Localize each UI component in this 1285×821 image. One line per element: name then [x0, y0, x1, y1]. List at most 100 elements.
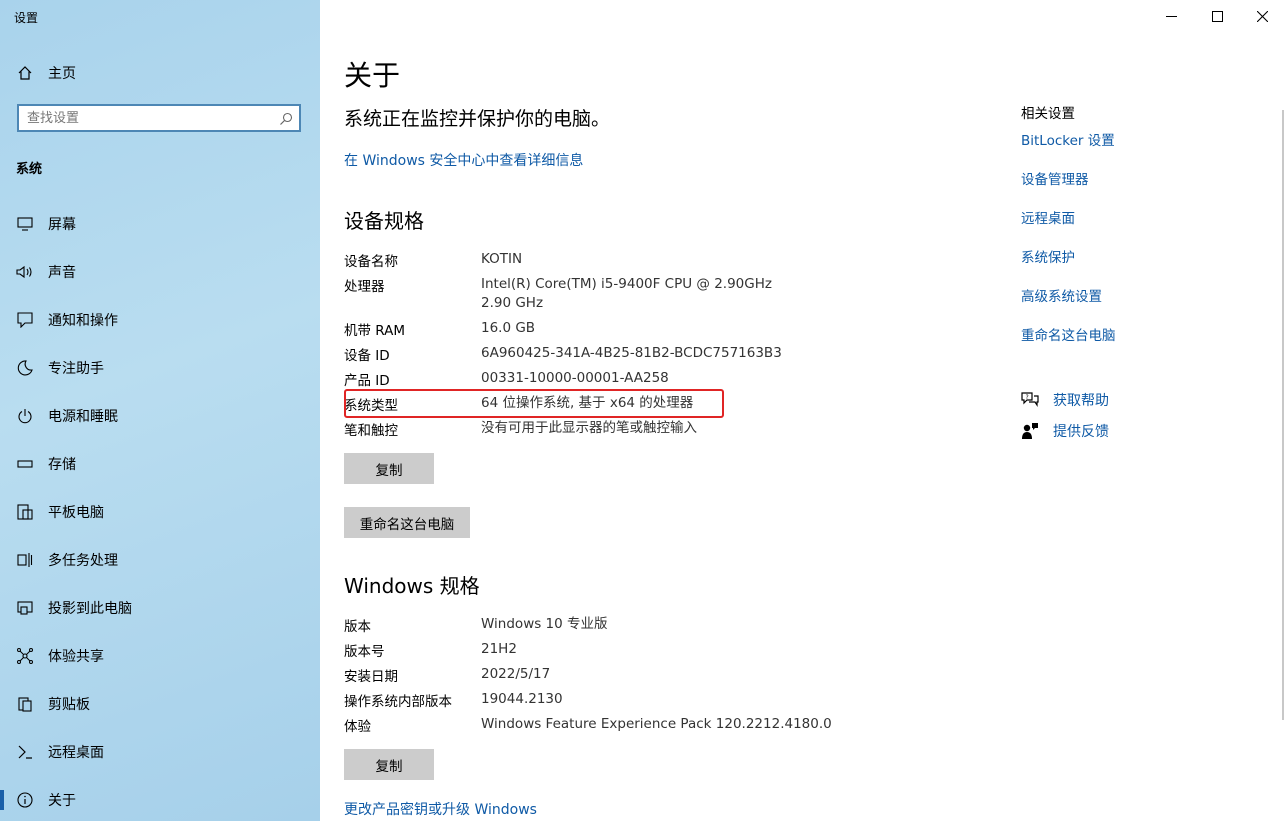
- sidebar-item-power[interactable]: 电源和睡眠: [0, 396, 320, 436]
- sidebar-item-label: 关于: [48, 793, 76, 809]
- spec-row-product-id: 产品 ID 00331-10000-00001-AA258: [344, 369, 791, 389]
- sidebar-item-label: 投影到此电脑: [48, 601, 132, 617]
- sidebar-item-home[interactable]: 主页: [0, 53, 320, 93]
- share-icon: [16, 647, 34, 665]
- spec-key: 机带 RAM: [344, 323, 406, 339]
- system-protection-link[interactable]: 系统保护: [1021, 246, 1075, 266]
- sidebar: 设置 主页 系统 屏幕 声音 通知和操作 专注助手 电源和睡眠 存储 平板: [0, 0, 320, 821]
- sidebar-item-clipboard[interactable]: 剪贴板: [0, 684, 320, 724]
- spec-key: 操作系统内部版本: [344, 694, 452, 710]
- spec-value: Windows 10 专业版: [481, 616, 608, 632]
- spec-row-processor: 处理器 Intel(R) Core(TM) i5-9400F CPU @ 2.9…: [344, 275, 791, 313]
- advanced-system-settings-link[interactable]: 高级系统设置: [1021, 285, 1102, 305]
- feedback-icon: [1021, 422, 1039, 440]
- spec-value: 00331-10000-00001-AA258: [481, 370, 669, 386]
- sidebar-item-shared-experiences[interactable]: 体验共享: [0, 636, 320, 676]
- spec-value: 16.0 GB: [481, 320, 536, 336]
- search-icon: [279, 111, 293, 130]
- spec-row-device-name: 设备名称 KOTIN: [344, 250, 791, 270]
- remote-icon: [16, 743, 34, 761]
- spec-row-edition: 版本 Windows 10 专业版: [344, 615, 791, 635]
- search-input[interactable]: [19, 106, 267, 130]
- get-help-label[interactable]: 获取帮助: [1053, 390, 1109, 410]
- copy-windows-specs-button[interactable]: 复制: [344, 749, 434, 780]
- spec-key: 体验: [344, 719, 371, 735]
- home-icon: [16, 64, 34, 82]
- spec-key: 笔和触控: [344, 423, 398, 439]
- copy-device-specs-button[interactable]: 复制: [344, 453, 434, 484]
- sidebar-item-storage[interactable]: 存储: [0, 444, 320, 484]
- sidebar-item-label: 平板电脑: [48, 505, 104, 521]
- spec-row-pen-touch: 笔和触控 没有可用于此显示器的笔或触控输入: [344, 419, 791, 439]
- sidebar-item-display[interactable]: 屏幕: [0, 204, 320, 244]
- svg-text:?: ?: [1026, 394, 1029, 401]
- sidebar-item-notifications[interactable]: 通知和操作: [0, 300, 320, 340]
- sidebar-item-label: 通知和操作: [48, 313, 118, 329]
- sidebar-item-label: 声音: [48, 265, 76, 281]
- spec-key: 设备 ID: [344, 348, 390, 364]
- project-icon: [16, 599, 34, 617]
- speaker-icon: [16, 263, 34, 281]
- spec-value: 2022/5/17: [481, 666, 551, 682]
- sidebar-item-label: 屏幕: [48, 217, 76, 233]
- sidebar-item-remote-desktop[interactable]: 远程桌面: [0, 732, 320, 772]
- power-icon: [16, 407, 34, 425]
- spec-value: 6A960425-341A-4B25-81B2-BCDC757163B3: [481, 345, 782, 361]
- spec-key: 处理器: [344, 279, 385, 295]
- device-specs-heading: 设备规格: [344, 209, 424, 233]
- get-help-link[interactable]: ? 获取帮助: [1021, 390, 1109, 410]
- info-icon: [16, 791, 34, 809]
- sidebar-item-label: 专注助手: [48, 361, 104, 377]
- sidebar-item-label: 主页: [48, 66, 76, 82]
- moon-icon: [16, 359, 34, 377]
- security-center-link[interactable]: 在 Windows 安全中心中查看详细信息: [344, 150, 583, 170]
- sidebar-item-project[interactable]: 投影到此电脑: [0, 588, 320, 628]
- give-feedback-link[interactable]: 提供反馈: [1021, 421, 1109, 441]
- spec-row-os-build: 操作系统内部版本 19044.2130: [344, 690, 791, 710]
- related-settings-title: 相关设置: [1021, 106, 1075, 122]
- sidebar-item-label: 多任务处理: [48, 553, 118, 569]
- spec-row-experience: 体验 Windows Feature Experience Pack 120.2…: [344, 715, 841, 735]
- tablet-icon: [16, 503, 34, 521]
- spec-value: KOTIN: [481, 251, 523, 267]
- sidebar-item-label: 电源和睡眠: [48, 409, 118, 425]
- change-product-key-link[interactable]: 更改产品密钥或升级 Windows: [344, 799, 537, 819]
- sidebar-item-sound[interactable]: 声音: [0, 252, 320, 292]
- spec-value: 21H2: [481, 641, 517, 657]
- monitor-icon: [16, 215, 34, 233]
- spec-key: 设备名称: [344, 254, 398, 270]
- remote-desktop-link[interactable]: 远程桌面: [1021, 207, 1075, 227]
- storage-icon: [16, 455, 34, 473]
- spec-row-ram: 机带 RAM 16.0 GB: [344, 319, 791, 339]
- spec-row-install-date: 安装日期 2022/5/17: [344, 665, 791, 685]
- sidebar-item-label: 存储: [48, 457, 76, 473]
- sidebar-item-label: 远程桌面: [48, 745, 104, 761]
- device-manager-link[interactable]: 设备管理器: [1021, 168, 1089, 188]
- search-box[interactable]: [17, 104, 301, 132]
- sidebar-item-label: 剪贴板: [48, 697, 90, 713]
- clipboard-icon: [16, 695, 34, 713]
- bitlocker-settings-link[interactable]: BitLocker 设置: [1021, 129, 1115, 149]
- sidebar-item-about[interactable]: 关于: [0, 780, 320, 820]
- notification-icon: [16, 311, 34, 329]
- spec-value: 没有可用于此显示器的笔或触控输入: [481, 420, 697, 436]
- spec-row-device-id: 设备 ID 6A960425-341A-4B25-81B2-BCDC757163…: [344, 344, 791, 364]
- sidebar-section-title: 系统: [16, 162, 43, 177]
- rename-pc-button[interactable]: 重命名这台电脑: [344, 507, 470, 538]
- spec-key: 产品 ID: [344, 373, 390, 389]
- sidebar-item-label: 体验共享: [48, 649, 104, 665]
- spec-key: 版本号: [344, 644, 385, 660]
- give-feedback-label[interactable]: 提供反馈: [1053, 421, 1109, 441]
- window-title: 设置: [14, 11, 39, 25]
- windows-specs-heading: Windows 规格: [344, 574, 480, 598]
- spec-value: Windows Feature Experience Pack 120.2212…: [481, 716, 832, 732]
- sidebar-item-tablet[interactable]: 平板电脑: [0, 492, 320, 532]
- sidebar-item-focus-assist[interactable]: 专注助手: [0, 348, 320, 388]
- sidebar-item-multitasking[interactable]: 多任务处理: [0, 540, 320, 580]
- system-type-highlight-box: [344, 389, 724, 418]
- spec-key: 安装日期: [344, 669, 398, 685]
- spec-row-version: 版本号 21H2: [344, 640, 791, 660]
- scrollbar[interactable]: [1282, 110, 1284, 720]
- spec-key: 版本: [344, 619, 371, 635]
- rename-pc-link[interactable]: 重命名这台电脑: [1021, 324, 1116, 344]
